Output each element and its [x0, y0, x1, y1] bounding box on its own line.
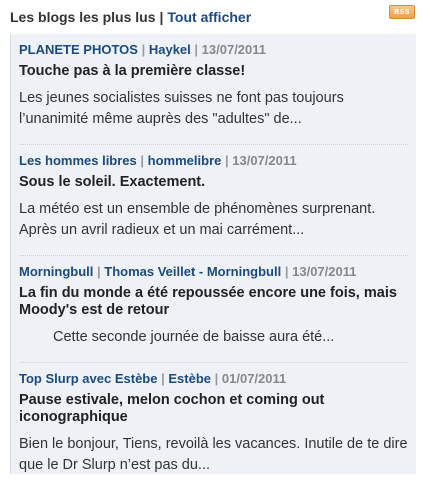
author-link[interactable]: hommelibre — [148, 153, 222, 168]
blog-post-list: PLANETE PHOTOS | Haykel | 13/07/2011 Tou… — [10, 34, 416, 474]
meta-separator: | — [284, 264, 289, 279]
show-all-link[interactable]: Tout afficher — [167, 9, 251, 25]
author-link[interactable]: Estèbe — [168, 371, 211, 386]
blog-name-link[interactable]: Top Slurp avec Estèbe — [19, 371, 157, 386]
blog-name-link[interactable]: PLANETE PHOTOS — [19, 42, 138, 57]
post-title-link[interactable]: La fin du monde a été repoussée encore u… — [19, 285, 408, 319]
meta-separator: | — [141, 42, 146, 57]
post-meta: PLANETE PHOTOS | Haykel | 13/07/2011 — [19, 42, 416, 58]
meta-separator: | — [194, 42, 199, 57]
rss-icon[interactable]: RSS — [389, 5, 415, 19]
post-title-link[interactable]: Sous le soleil. Exactement. — [19, 174, 408, 191]
post-excerpt: La météo est un ensemble de phénomènes s… — [19, 201, 376, 238]
blog-name-link[interactable]: Les hommes libres — [19, 153, 137, 168]
list-item: Morningbull | Thomas Veillet - Morningbu… — [19, 255, 408, 362]
list-item: Les hommes libres | hommelibre | 13/07/2… — [19, 144, 408, 255]
meta-separator: | — [140, 153, 145, 168]
header-separator: | — [159, 9, 164, 25]
post-meta: Top Slurp avec Estèbe | Estèbe | 01/07/2… — [19, 371, 408, 387]
post-excerpt: Cette seconde journée de baisse aura été… — [53, 329, 335, 345]
meta-separator: | — [161, 371, 165, 386]
post-meta: Morningbull | Thomas Veillet - Morningbu… — [19, 264, 408, 280]
list-item: PLANETE PHOTOS | Haykel | 13/07/2011 Tou… — [19, 34, 416, 144]
blog-name-link[interactable]: Morningbull — [19, 264, 93, 279]
meta-separator: | — [97, 264, 101, 279]
widget-title: Les blogs les plus lus — [10, 9, 156, 25]
post-title-link[interactable]: Pause estivale, melon cochon et coming o… — [19, 392, 408, 426]
meta-separator: | — [224, 153, 229, 168]
post-date: 13/07/2011 — [232, 153, 297, 168]
widget-header: Les blogs les plus lus | Tout afficher R… — [0, 0, 423, 34]
post-date: 01/07/2011 — [221, 371, 287, 386]
post-excerpt: Les jeunes socialistes suisses ne font p… — [19, 90, 344, 127]
author-link[interactable]: Haykel — [149, 42, 191, 57]
post-date: 13/07/2011 — [292, 264, 357, 279]
post-date: 13/07/2011 — [201, 42, 267, 57]
popular-blogs-widget: Les blogs les plus lus | Tout afficher R… — [0, 0, 423, 474]
list-item: Top Slurp avec Estèbe | Estèbe | 01/07/2… — [19, 362, 408, 490]
post-excerpt: Bien le bonjour, Tiens, revoilà les vaca… — [19, 436, 408, 473]
post-meta: Les hommes libres | hommelibre | 13/07/2… — [19, 153, 408, 169]
meta-separator: | — [214, 371, 219, 386]
post-title-link[interactable]: Touche pas à la première classe! — [19, 63, 416, 80]
author-link[interactable]: Thomas Veillet - Morningbull — [104, 264, 281, 279]
